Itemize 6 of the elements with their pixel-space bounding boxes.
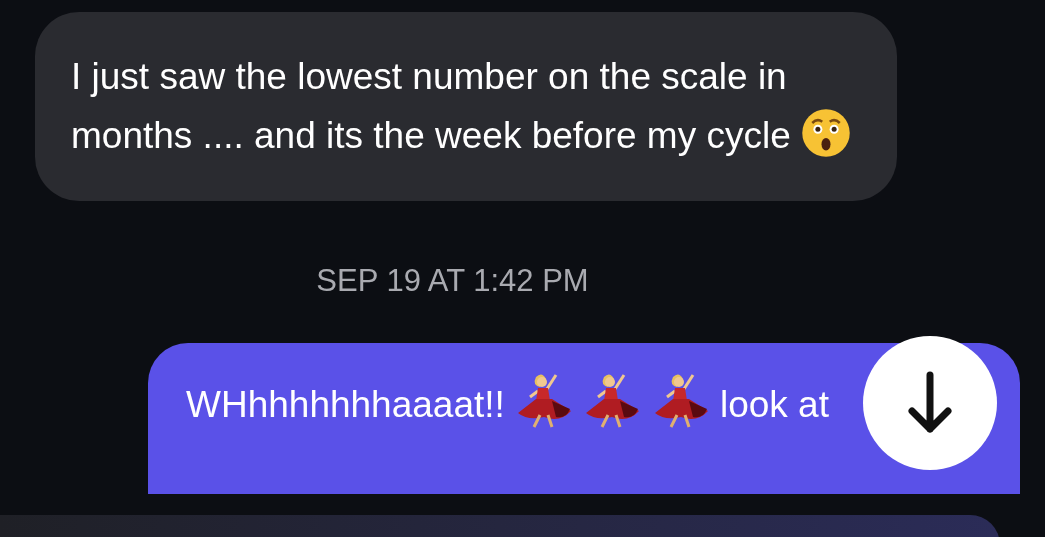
message-text: I just saw the lowest number on the scale in months .... and its the week before my cycle [71,56,791,156]
astonished-face-icon [801,108,852,158]
down-arrow-icon [908,371,952,435]
message-timestamp: SEP 19 AT 1:42 PM [316,263,589,299]
message-text: WHhhhhhhhaaaat!! [186,384,505,425]
message-text: look at [719,384,829,425]
